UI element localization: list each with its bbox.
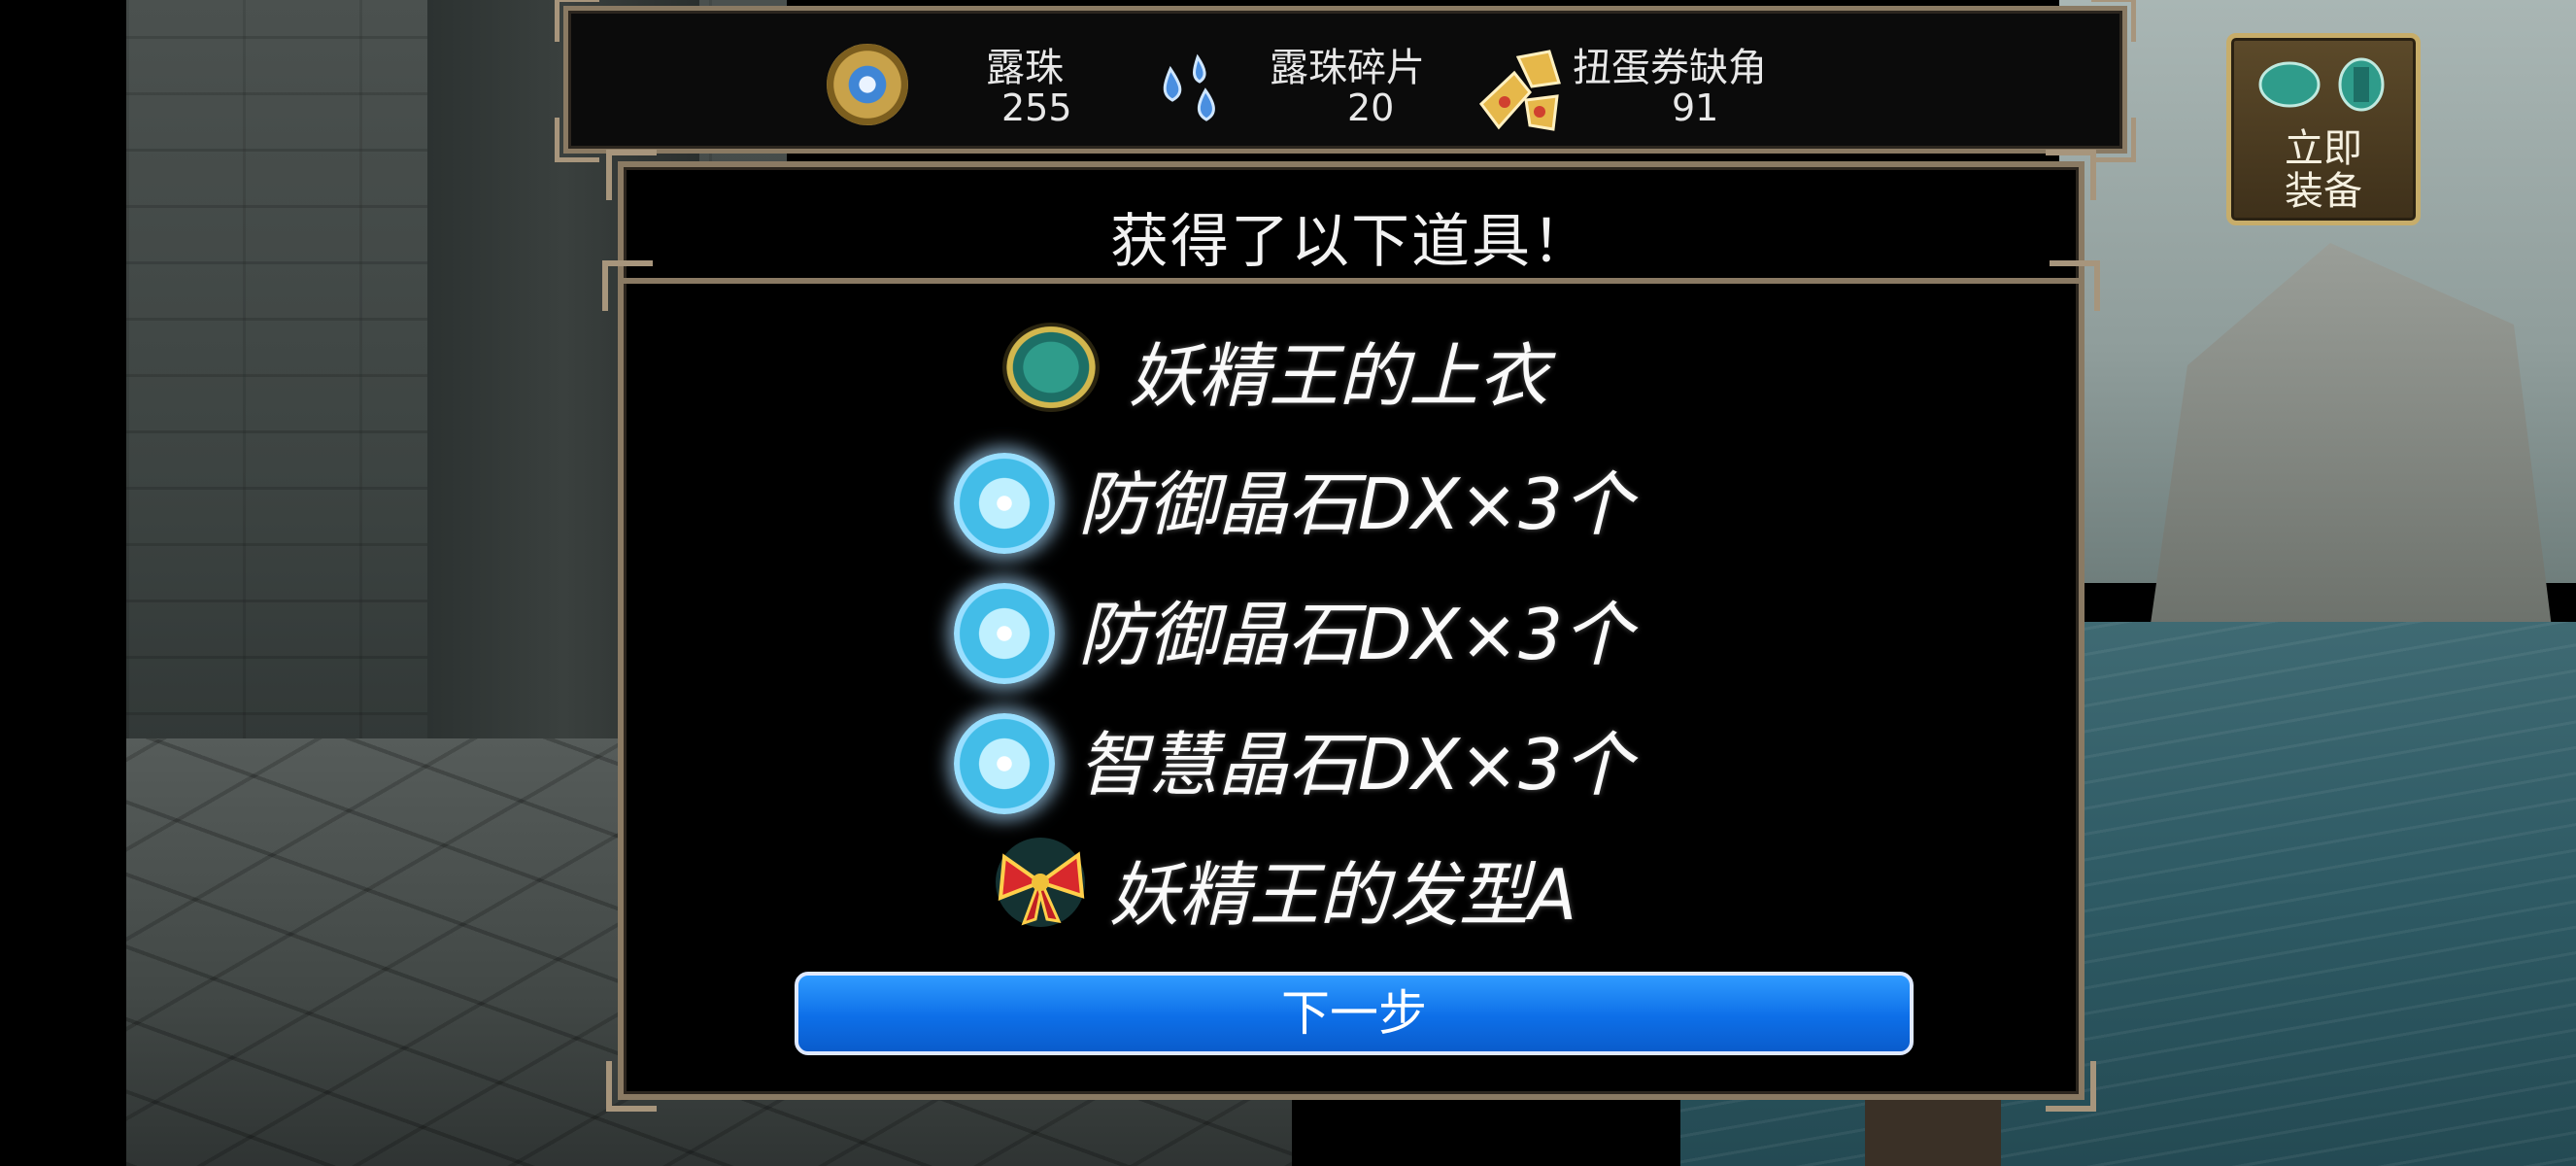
crystal-icon	[954, 713, 1055, 814]
reward-item: 防御晶石DX×3个	[624, 569, 2079, 686]
frame-corner	[606, 1061, 657, 1112]
resource-name-dew-shard: 露珠碎片	[1270, 46, 1425, 90]
next-step-button[interactable]: 下一步	[795, 972, 1914, 1055]
armor-set-icon	[2258, 57, 2385, 112]
reward-item-label: 妖精王的发型A	[1109, 854, 1577, 936]
crystal-icon	[954, 453, 1055, 554]
reward-item: 妖精王的上衣	[624, 309, 2079, 426]
reward-item-label: 防御晶石DX×3个	[1078, 594, 1633, 675]
dew-shard-icon	[1163, 53, 1215, 121]
dialog-title-bar: 获得了以下道具！	[624, 167, 2079, 284]
resource-name-gacha-ticket-fragment: 扭蛋券缺角	[1573, 46, 1767, 90]
reward-item: 防御晶石DX×3个	[624, 439, 2079, 556]
frame-corner	[2091, 118, 2136, 162]
frame-corner	[555, 0, 599, 42]
reward-item: 智慧晶石DX×3个	[624, 700, 2079, 816]
dew-pearl-icon	[827, 44, 908, 125]
resource-name-dew-pearl: 露珠	[986, 46, 1064, 90]
resource-value-dew-pearl: 255	[1001, 86, 1072, 129]
resource-value-dew-shard: 20	[1347, 86, 1395, 129]
armor-icon	[1002, 323, 1100, 412]
frame-corner	[2046, 1061, 2096, 1112]
reward-dialog: 获得了以下道具！ 妖精王的上衣 防御晶石DX×3个 防御晶石DX×3个 智慧晶石…	[602, 150, 2100, 1112]
gacha-ticket-fragment-icon	[1478, 50, 1561, 131]
reward-item: 妖精王的发型A	[624, 830, 2079, 946]
frame-corner	[2091, 0, 2136, 42]
equip-now-label: 立即 装备	[2285, 126, 2362, 214]
crystal-icon	[954, 583, 1055, 684]
hair-bow-icon	[996, 838, 1085, 927]
dialog-title: 获得了以下道具！	[1110, 208, 1592, 276]
reward-item-label: 防御晶石DX×3个	[1078, 463, 1633, 545]
reward-item-label: 妖精王的上衣	[1129, 335, 1549, 417]
resource-value-gacha-ticket-fragment: 91	[1672, 86, 1719, 129]
frame-corner	[555, 118, 599, 162]
equip-now-button[interactable]: 立即 装备	[2226, 33, 2421, 225]
resource-bar: 露珠 255 露珠碎片 20 扭蛋券缺角 91	[555, 0, 2136, 162]
reward-item-label: 智慧晶石DX×3个	[1078, 724, 1633, 806]
